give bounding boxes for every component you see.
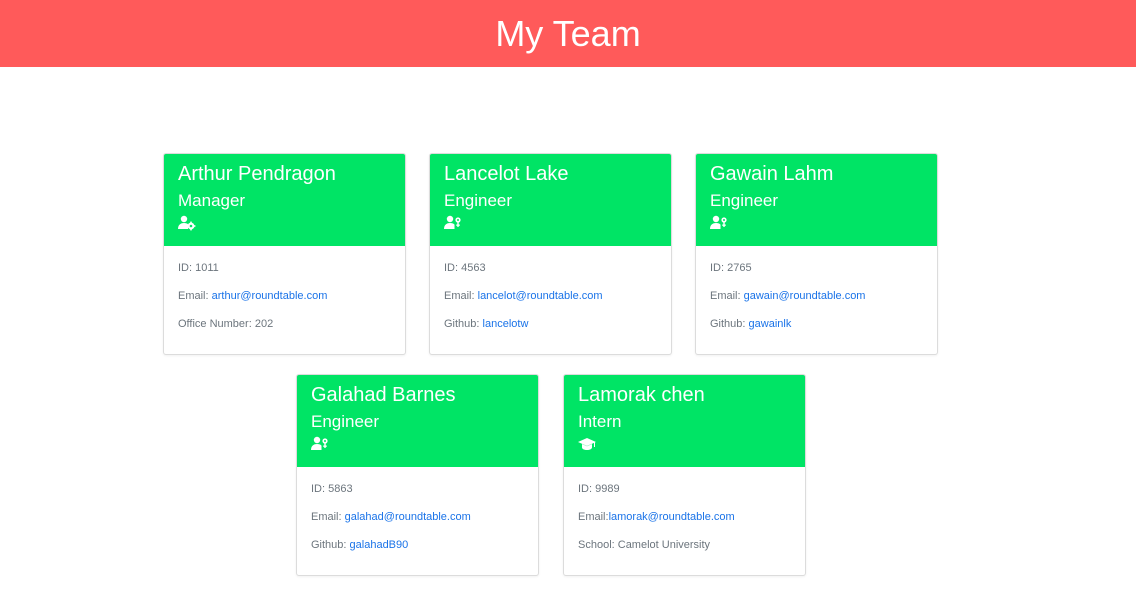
github-label: Github:	[311, 539, 350, 551]
employee-card: Gawain Lahm Engineer ID: 2765 Email: gaw…	[695, 153, 938, 355]
email-link[interactable]: lamorak@roundtable.com	[609, 511, 735, 523]
employee-name: Arthur Pendragon	[178, 163, 336, 185]
id-label: ID:	[311, 483, 329, 495]
school-value: Camelot University	[617, 539, 711, 551]
card-header: Lamorak chen Intern	[564, 375, 805, 467]
email-row: Email: lancelot@roundtable.com	[444, 288, 657, 316]
card-header: Galahad Barnes Engineer	[297, 375, 538, 467]
employee-role: Engineer	[710, 191, 779, 210]
email-link[interactable]: lancelot@roundtable.com	[478, 290, 603, 302]
github-link[interactable]: galahadB90	[350, 539, 409, 551]
user-gear-icon	[311, 436, 328, 450]
id-value: 1011	[195, 262, 219, 274]
id-row: ID: 1011	[178, 260, 391, 288]
id-row: ID: 9989	[578, 481, 791, 509]
email-link[interactable]: galahad@roundtable.com	[345, 511, 471, 523]
email-label: Email:	[710, 290, 744, 302]
email-label: Email:	[178, 290, 212, 302]
id-label: ID:	[178, 262, 196, 274]
id-row: ID: 5863	[311, 481, 524, 509]
school-label: School:	[578, 539, 618, 551]
card-body: ID: 4563 Email: lancelot@roundtable.com …	[430, 246, 671, 344]
email-row: Email: galahad@roundtable.com	[311, 509, 524, 537]
user-cog-icon	[178, 215, 196, 231]
email-row: Email: arthur@roundtable.com	[178, 288, 391, 316]
id-value: 9989	[595, 483, 620, 495]
page-title: My Team	[495, 12, 641, 54]
page-header: My Team	[0, 0, 1136, 67]
github-row: Github: galahadB90	[311, 537, 524, 565]
employee-role: Intern	[578, 412, 622, 431]
employee-name: Gawain Lahm	[710, 163, 834, 185]
office-number-label: Office Number:	[178, 318, 255, 330]
employee-card: Lamorak chen Intern ID: 9989 Email:lamor…	[563, 374, 806, 576]
school-row: School: Camelot University	[578, 537, 791, 565]
id-value: 4563	[461, 262, 486, 274]
graduation-cap-icon	[578, 438, 596, 450]
user-gear-icon	[444, 215, 461, 229]
id-row: ID: 4563	[444, 260, 657, 288]
employee-role: Engineer	[311, 412, 380, 431]
id-row: ID: 2765	[710, 260, 923, 288]
employee-role: Engineer	[444, 191, 513, 210]
user-gear-icon	[710, 215, 727, 229]
card-header: Gawain Lahm Engineer	[696, 154, 937, 246]
email-link[interactable]: arthur@roundtable.com	[212, 290, 328, 302]
office-number-value: 202	[254, 318, 274, 330]
employee-name: Galahad Barnes	[311, 384, 456, 406]
email-label: Email:	[444, 290, 478, 302]
email-row: Email: gawain@roundtable.com	[710, 288, 923, 316]
github-row: Github: lancelotw	[444, 316, 657, 344]
id-value: 2765	[727, 262, 752, 274]
github-label: Github:	[710, 318, 749, 330]
office-number-row: Office Number: 202	[178, 316, 391, 344]
email-link[interactable]: gawain@roundtable.com	[744, 290, 866, 302]
github-link[interactable]: lancelotw	[483, 318, 529, 330]
employee-card: Arthur Pendragon Manager ID: 1011 Email:…	[163, 153, 406, 355]
card-header: Lancelot Lake Engineer	[430, 154, 671, 246]
email-label: Email:	[311, 511, 345, 523]
email-row: Email:lamorak@roundtable.com	[578, 509, 791, 537]
id-value: 5863	[328, 483, 353, 495]
id-label: ID:	[444, 262, 462, 274]
github-label: Github:	[444, 318, 483, 330]
employee-name: Lancelot Lake	[444, 163, 569, 185]
github-link[interactable]: gawainlk	[749, 318, 792, 330]
employee-name: Lamorak chen	[578, 384, 705, 406]
email-label: Email:	[578, 511, 609, 523]
github-row: Github: gawainlk	[710, 316, 923, 344]
card-body: ID: 9989 Email:lamorak@roundtable.com Sc…	[564, 467, 805, 565]
employee-card: Lancelot Lake Engineer ID: 4563 Email: l…	[429, 153, 672, 355]
employee-role: Manager	[178, 191, 246, 210]
card-header: Arthur Pendragon Manager	[164, 154, 405, 246]
employee-card: Galahad Barnes Engineer ID: 5863 Email: …	[296, 374, 539, 576]
card-body: ID: 2765 Email: gawain@roundtable.com Gi…	[696, 246, 937, 344]
card-body: ID: 1011 Email: arthur@roundtable.com Of…	[164, 246, 405, 344]
id-label: ID:	[578, 483, 596, 495]
id-label: ID:	[710, 262, 728, 274]
card-body: ID: 5863 Email: galahad@roundtable.com G…	[297, 467, 538, 565]
